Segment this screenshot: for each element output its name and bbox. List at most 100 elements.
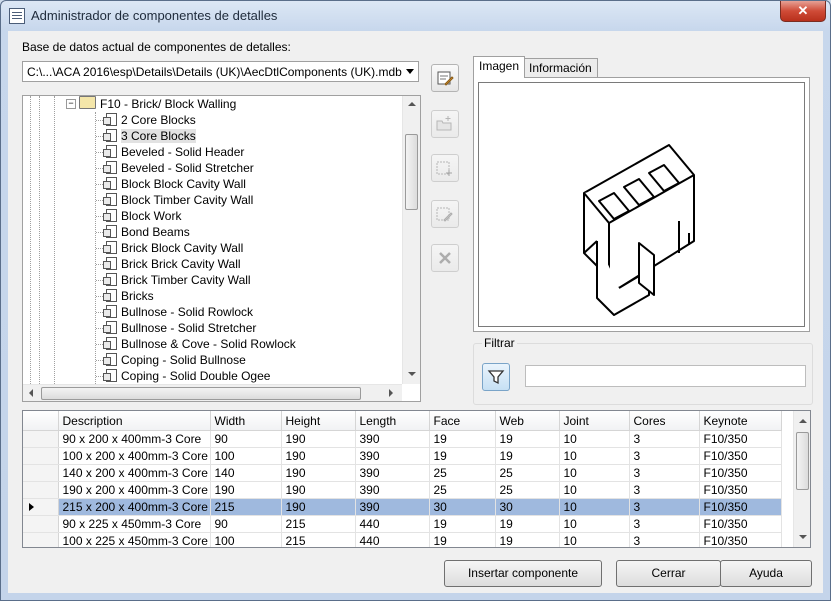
scroll-down-icon[interactable] xyxy=(799,535,807,539)
table-scroll-thumb[interactable] xyxy=(796,432,809,490)
tree-item[interactable]: Beveled - Solid Stretcher xyxy=(103,160,254,176)
tree-item[interactable]: Beveled - Solid Header xyxy=(103,144,244,160)
row-header[interactable] xyxy=(23,430,59,448)
tree-item[interactable]: Bullnose - Solid Stretcher xyxy=(103,320,256,336)
table-cell[interactable]: 190 xyxy=(281,447,356,465)
close-window-button[interactable]: ✕ xyxy=(780,1,826,22)
table-row[interactable]: 90 x 225 x 450mm-3 Core 90 215 440 19 19 10 3 F1… xyxy=(23,515,782,533)
table-cell[interactable]: 30 xyxy=(495,498,560,516)
table-cell[interactable]: 3 xyxy=(629,430,700,448)
tree-item[interactable]: Bricks xyxy=(103,288,154,304)
tree-item[interactable]: Brick Brick Cavity Wall xyxy=(103,256,241,272)
table-cell[interactable]: 140 x 200 x 400mm-3 Core xyxy=(58,464,211,482)
table-cell[interactable]: 25 xyxy=(495,464,560,482)
table-cell[interactable]: 10 xyxy=(559,430,630,448)
table-cell[interactable]: 390 xyxy=(355,464,430,482)
table-cell[interactable]: F10/350 xyxy=(699,515,782,533)
table-cell[interactable]: 190 xyxy=(281,481,356,499)
close-button[interactable]: Cerrar xyxy=(616,560,721,587)
table-cell[interactable]: 100 xyxy=(210,532,282,547)
tree-item[interactable]: Brick Timber Cavity Wall xyxy=(103,272,251,288)
table-row[interactable]: 140 x 200 x 400mm-3 Core 140 190 390 25 25 10 3… xyxy=(23,464,782,482)
new-component-button[interactable] xyxy=(431,154,459,182)
table-cell[interactable]: 3 xyxy=(629,515,700,533)
scroll-thumb-horizontal[interactable] xyxy=(41,387,361,400)
table-cell[interactable]: F10/350 xyxy=(699,464,782,482)
row-header[interactable] xyxy=(23,447,59,465)
tree-item[interactable]: Bond Beams xyxy=(103,224,190,240)
table-cell[interactable]: 100 x 225 x 450mm-3 Core xyxy=(58,532,211,547)
scroll-up-icon[interactable] xyxy=(799,419,807,423)
edit-database-button[interactable] xyxy=(431,64,459,92)
tree-item[interactable]: 2 Core Blocks xyxy=(103,112,196,128)
row-header[interactable] xyxy=(23,464,59,482)
column-header[interactable]: Description xyxy=(58,411,211,431)
table-cell[interactable]: 19 xyxy=(429,447,496,465)
table-cell[interactable]: 10 xyxy=(559,464,630,482)
table-cell[interactable]: 390 xyxy=(355,447,430,465)
table-cell[interactable]: 90 x 200 x 400mm-3 Core xyxy=(58,430,211,448)
table-cell[interactable]: 19 xyxy=(429,532,496,547)
table-cell[interactable]: F10/350 xyxy=(699,447,782,465)
table-cell[interactable]: 100 xyxy=(210,447,282,465)
row-header[interactable] xyxy=(23,532,59,547)
row-header[interactable] xyxy=(23,515,59,533)
table-cell[interactable]: 190 xyxy=(281,464,356,482)
scroll-thumb[interactable] xyxy=(405,134,418,210)
table-cell[interactable]: 3 xyxy=(629,532,700,547)
table-cell[interactable]: 19 xyxy=(495,447,560,465)
row-header[interactable] xyxy=(23,481,59,499)
tree-item[interactable]: 3 Core Blocks xyxy=(103,128,196,144)
column-header[interactable]: Cores xyxy=(629,411,700,431)
table-cell[interactable]: 19 xyxy=(495,515,560,533)
table-cell[interactable]: 140 xyxy=(210,464,282,482)
collapse-icon[interactable]: − xyxy=(66,99,76,109)
table-cell[interactable]: F10/350 xyxy=(699,532,782,547)
table-cell[interactable]: 3 xyxy=(629,464,700,482)
tree-item[interactable]: Coping - Solid Bullnose xyxy=(103,352,246,368)
row-header[interactable] xyxy=(23,498,59,516)
table-cell[interactable]: 215 xyxy=(210,498,282,516)
tree-horizontal-scrollbar[interactable] xyxy=(23,384,402,401)
column-header[interactable]: Face xyxy=(429,411,496,431)
table-cell[interactable]: 25 xyxy=(429,481,496,499)
table-cell[interactable]: 19 xyxy=(429,515,496,533)
tree-item[interactable]: Block Work xyxy=(103,208,181,224)
table-cell[interactable]: 390 xyxy=(355,481,430,499)
table-cell[interactable]: 19 xyxy=(495,430,560,448)
column-header[interactable]: Length xyxy=(355,411,430,431)
tree-item[interactable]: Bullnose & Cove - Solid Rowlock xyxy=(103,336,296,352)
table-cell[interactable]: 190 x 200 x 400mm-3 Core xyxy=(58,481,211,499)
table-cell[interactable]: 30 xyxy=(429,498,496,516)
filter-button[interactable] xyxy=(482,363,510,391)
component-tree[interactable]: − F10 - Brick/ Block Walling 2 Core Bloc… xyxy=(22,95,421,402)
table-cell[interactable]: 10 xyxy=(559,532,630,547)
table-cell[interactable]: 440 xyxy=(355,515,430,533)
table-row[interactable]: 215 x 200 x 400mm-3 Core 215 190 390 30 30 10 3… xyxy=(23,498,782,516)
table-cell[interactable]: 3 xyxy=(629,481,700,499)
table-cell[interactable]: 190 xyxy=(281,430,356,448)
table-cell[interactable]: 19 xyxy=(429,430,496,448)
table-cell[interactable]: 10 xyxy=(559,498,630,516)
scroll-left-icon[interactable] xyxy=(29,389,33,397)
table-cell[interactable]: 390 xyxy=(355,498,430,516)
table-cell[interactable]: 390 xyxy=(355,430,430,448)
table-cell[interactable]: 25 xyxy=(429,464,496,482)
table-cell[interactable]: 215 xyxy=(281,515,356,533)
table-row[interactable]: 100 x 200 x 400mm-3 Core 100 190 390 19 19 10 3… xyxy=(23,447,782,465)
table-cell[interactable]: 3 xyxy=(629,447,700,465)
help-button[interactable]: Ayuda xyxy=(720,560,812,587)
tree-item[interactable]: Block Timber Cavity Wall xyxy=(103,192,253,208)
table-cell[interactable]: 10 xyxy=(559,447,630,465)
delete-button[interactable] xyxy=(431,244,459,272)
table-cell[interactable]: 100 x 200 x 400mm-3 Core xyxy=(58,447,211,465)
table-cell[interactable]: F10/350 xyxy=(699,481,782,499)
new-folder-button[interactable] xyxy=(431,110,459,138)
column-header[interactable]: Height xyxy=(281,411,356,431)
table-row[interactable]: 100 x 225 x 450mm-3 Core 100 215 440 19 19 10 3… xyxy=(23,532,782,547)
database-dropdown[interactable]: C:\...\ACA 2016\esp\Details\Details (UK)… xyxy=(22,61,419,82)
table-cell[interactable]: 90 x 225 x 450mm-3 Core xyxy=(58,515,211,533)
tree-vertical-scrollbar[interactable] xyxy=(402,96,420,384)
column-header[interactable]: Web xyxy=(495,411,560,431)
chevron-down-icon[interactable] xyxy=(406,69,414,74)
